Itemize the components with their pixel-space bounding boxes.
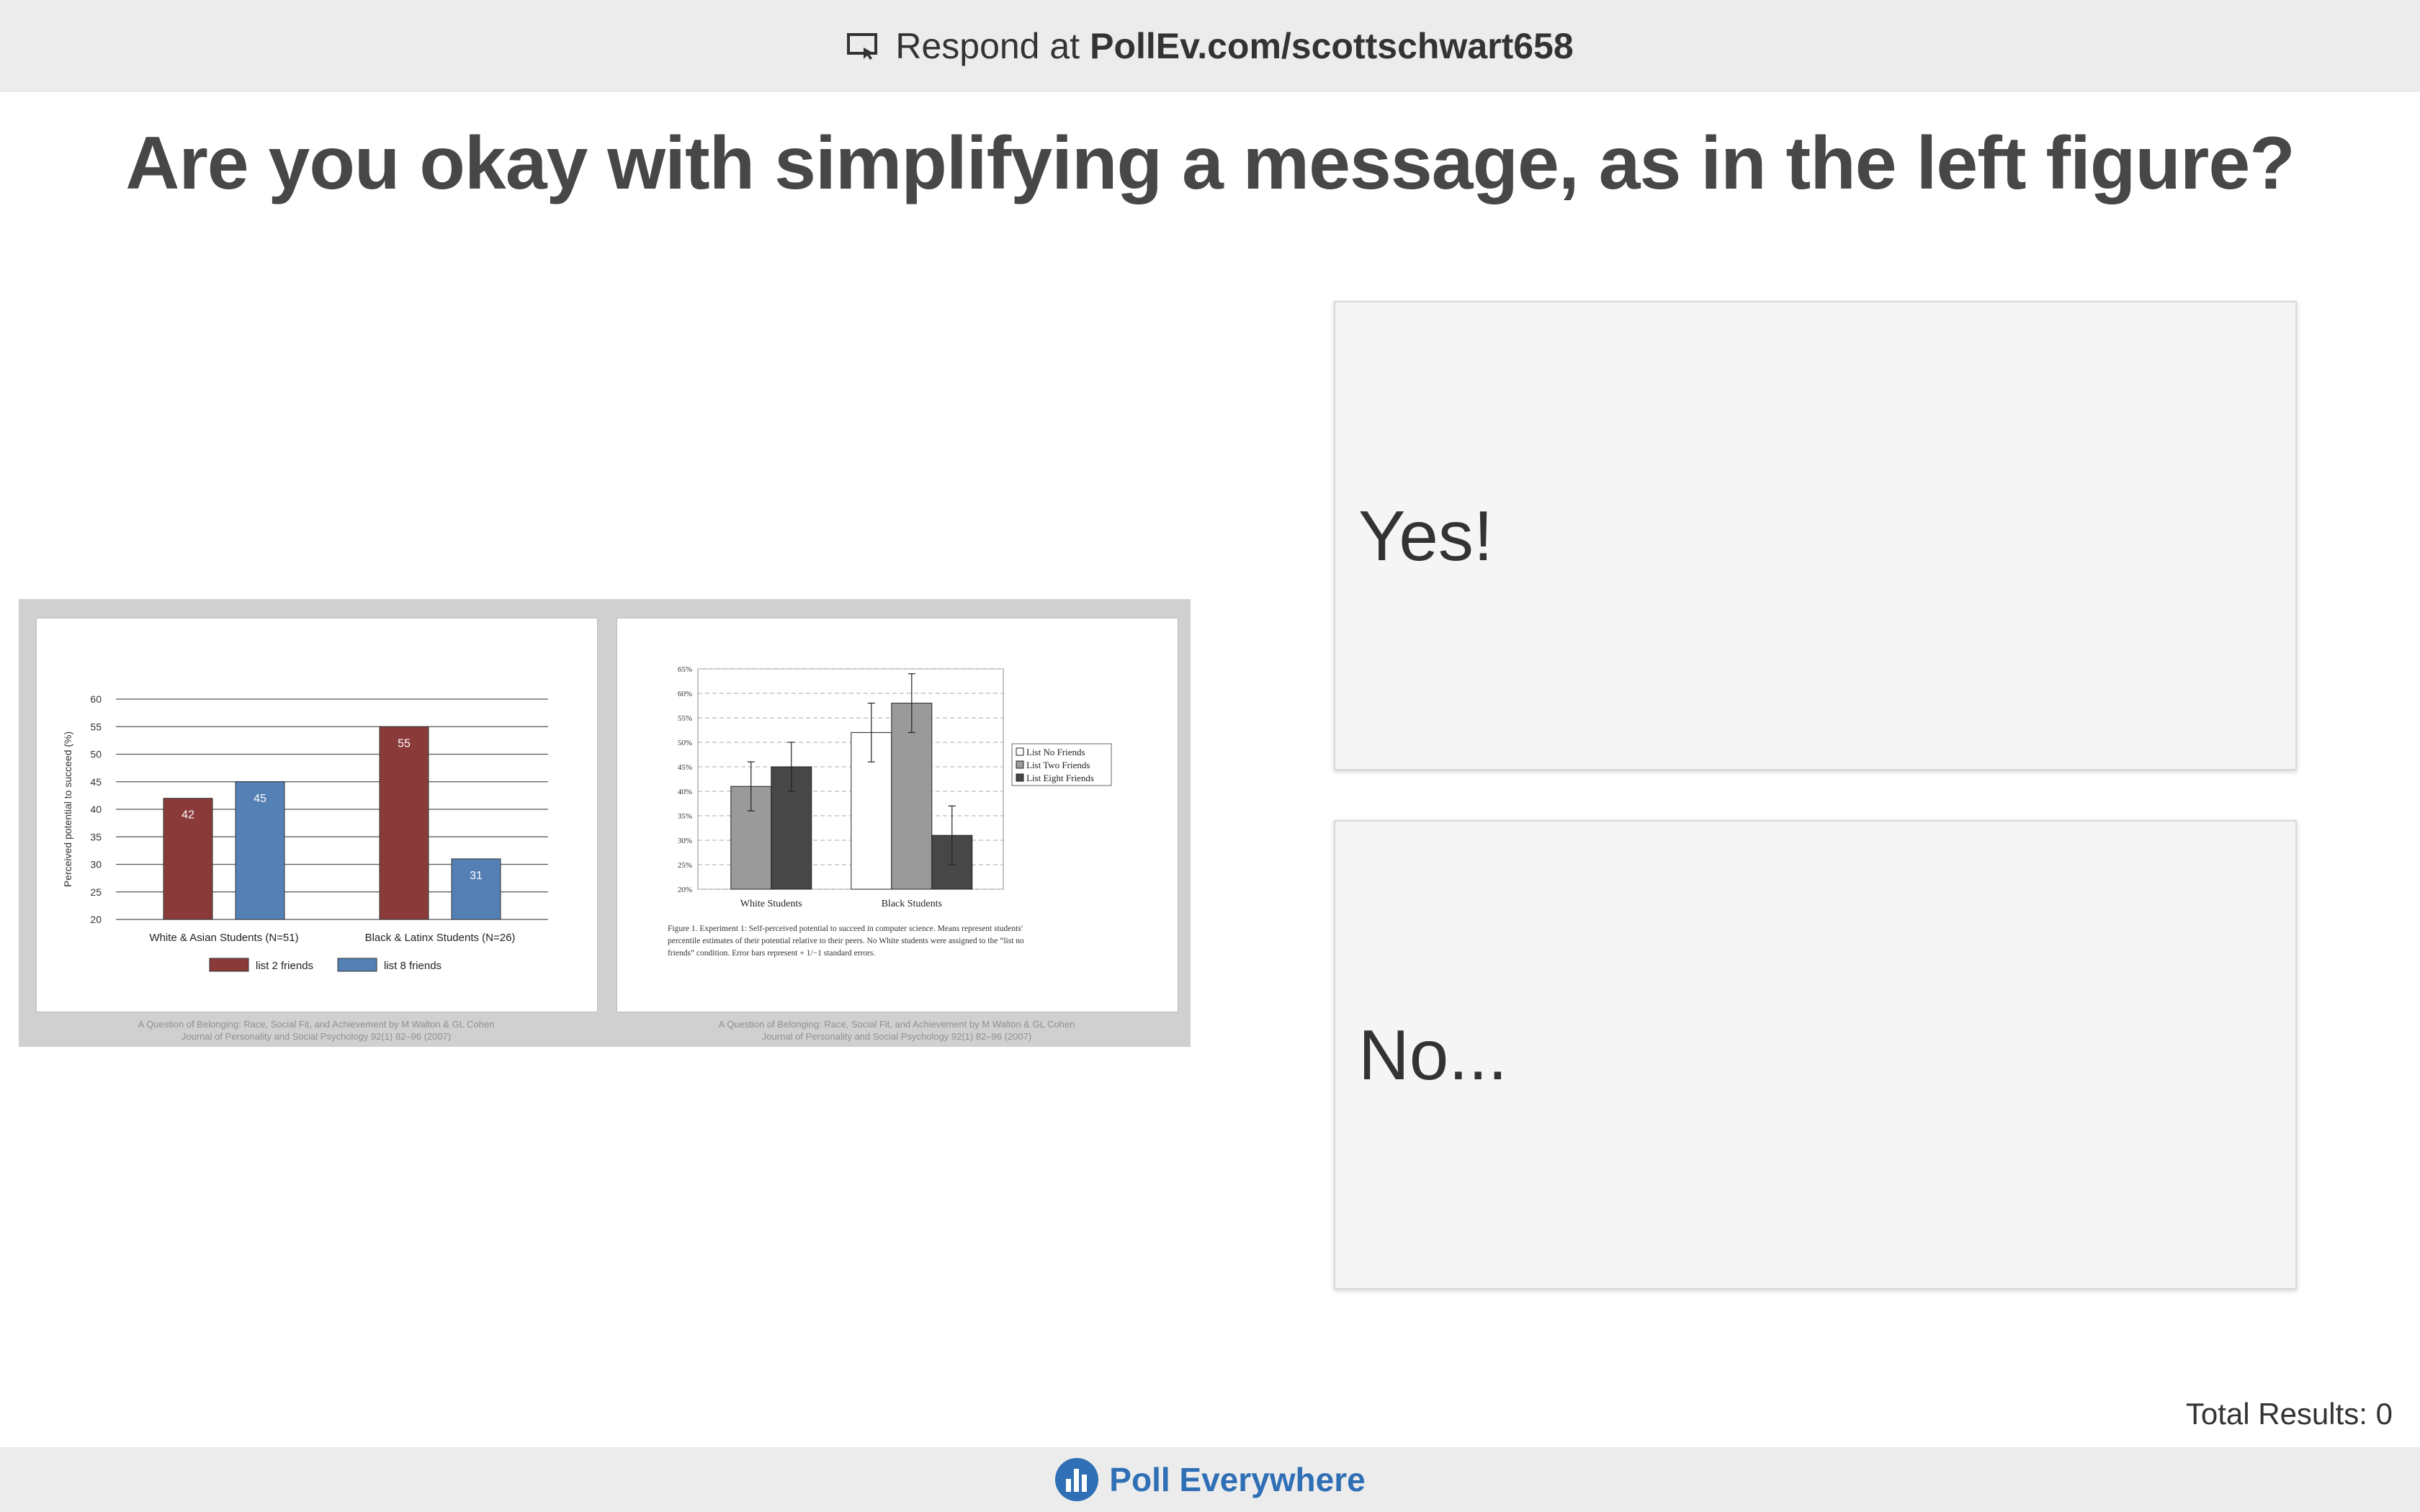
data-label: 45 (254, 793, 266, 805)
y-tick-label: 25 (90, 886, 102, 898)
y-tick-label: 60% (678, 690, 692, 698)
right-bar-chart: 20% 25% 30% 35% 40% 45% 50% 55% 60% 65% White Stud… (668, 665, 1112, 958)
data-label: 55 (398, 737, 411, 750)
legend-swatch (1016, 747, 1024, 756)
y-axis-label: Perceived potential to succeed (%) (62, 732, 73, 887)
y-tick-label: 50% (678, 739, 692, 747)
present-screen-icon (847, 33, 878, 60)
x-tick-label: Black & Latinx Students (N=26) (365, 932, 516, 944)
x-tick-label: White Students (740, 899, 802, 909)
citation-line: A Question of Belonging: Race, Social Fi… (138, 1019, 495, 1030)
data-label: 42 (182, 809, 194, 822)
figure-caption-line: friends” condition. Error bars represent… (668, 949, 875, 958)
legend-swatch (337, 958, 377, 972)
x-tick-label: Black Students (882, 899, 942, 909)
respond-url[interactable]: PollEv.com/scottschwart658 (1090, 25, 1574, 67)
y-tick-label: 50 (90, 749, 102, 760)
figure-caption-line: Figure 1. Experiment 1: Self-perceived p… (668, 924, 1023, 933)
option-no[interactable]: No... (1334, 820, 2297, 1290)
y-tick-label: 45 (90, 776, 102, 788)
legend-swatch (1016, 760, 1024, 769)
figure-panel: 20 25 30 35 40 45 50 55 60 Perceived potential to… (19, 599, 1191, 1047)
y-tick-label: 30 (90, 859, 102, 870)
y-tick-label: 25% (678, 861, 692, 870)
left-bar-chart: 20 25 30 35 40 45 50 55 60 Perceived potential to… (62, 693, 548, 972)
citation-line: Journal of Personality and Social Psycho… (761, 1031, 1032, 1042)
x-tick-label: White & Asian Students (N=51) (149, 932, 298, 944)
option-yes[interactable]: Yes! (1334, 301, 2297, 770)
legend-label: List Eight Friends (1026, 773, 1094, 783)
right-slide: 20% 25% 30% 35% 40% 45% 50% 55% 60% 65% White Stud… (617, 618, 1178, 1012)
y-tick-label: 55% (678, 714, 692, 723)
left-citation: A Question of Belonging: Race, Social Fi… (36, 1018, 596, 1043)
legend-label: list 8 friends (384, 960, 442, 972)
legend-label: List No Friends (1026, 747, 1085, 757)
brand-name[interactable]: Poll Everywhere (1109, 1460, 1365, 1499)
bar (451, 858, 501, 920)
respond-prefix: Respond at (895, 26, 1080, 66)
right-citation: A Question of Belonging: Race, Social Fi… (617, 1018, 1177, 1043)
respond-bar: Respond at PollEv.com/scottschwart658 (0, 0, 2420, 92)
legend-label: list 2 friends (256, 960, 313, 972)
left-slide: 20 25 30 35 40 45 50 55 60 Perceived potential to… (36, 618, 598, 1012)
y-tick-label: 55 (90, 721, 102, 732)
figure-caption-line: percentile estimates of their potential … (668, 937, 1024, 945)
y-tick-label: 35% (678, 812, 692, 821)
data-label: 31 (470, 870, 483, 882)
brand-bar: Poll Everywhere (0, 1447, 2420, 1512)
y-tick-label: 20 (90, 914, 102, 925)
y-tick-label: 35 (90, 831, 102, 842)
y-tick-label: 40% (678, 788, 692, 796)
citation-line: A Question of Belonging: Race, Social Fi… (718, 1019, 1075, 1030)
y-tick-label: 60 (90, 693, 102, 705)
y-tick-label: 45% (678, 763, 692, 772)
citation-line: Journal of Personality and Social Psycho… (181, 1031, 452, 1042)
y-tick-label: 30% (678, 837, 692, 845)
y-tick-label: 40 (90, 804, 102, 815)
legend-swatch (1016, 773, 1024, 782)
legend-swatch (209, 958, 249, 972)
poll-everywhere-logo-icon (1055, 1458, 1099, 1501)
total-results: Total Results: 0 (2185, 1397, 2393, 1431)
bar (379, 726, 429, 920)
y-tick-label: 65% (678, 665, 692, 674)
option-label: Yes! (1358, 495, 1494, 575)
y-tick-label: 20% (678, 886, 692, 894)
question-title: Are you okay with simplifying a message,… (125, 122, 2295, 205)
option-label: No... (1358, 1014, 1507, 1094)
legend-label: List Two Friends (1026, 760, 1090, 770)
